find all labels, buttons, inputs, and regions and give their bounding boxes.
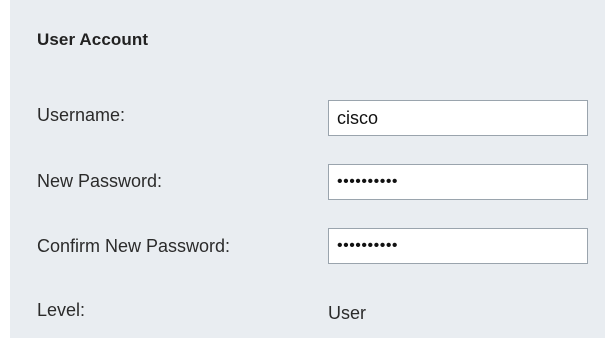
new-password-label: New Password: [37,171,163,191]
section-title: User Account [37,30,149,49]
confirm-password-input[interactable] [328,228,588,264]
new-password-input[interactable] [328,164,588,200]
user-account-panel: User Account Username: New Password: Con… [10,0,605,338]
username-input[interactable] [328,100,588,136]
level-label: Level: [37,300,86,320]
level-value: User [328,303,367,323]
confirm-password-label: Confirm New Password: [37,236,231,256]
username-label: Username: [37,105,126,125]
